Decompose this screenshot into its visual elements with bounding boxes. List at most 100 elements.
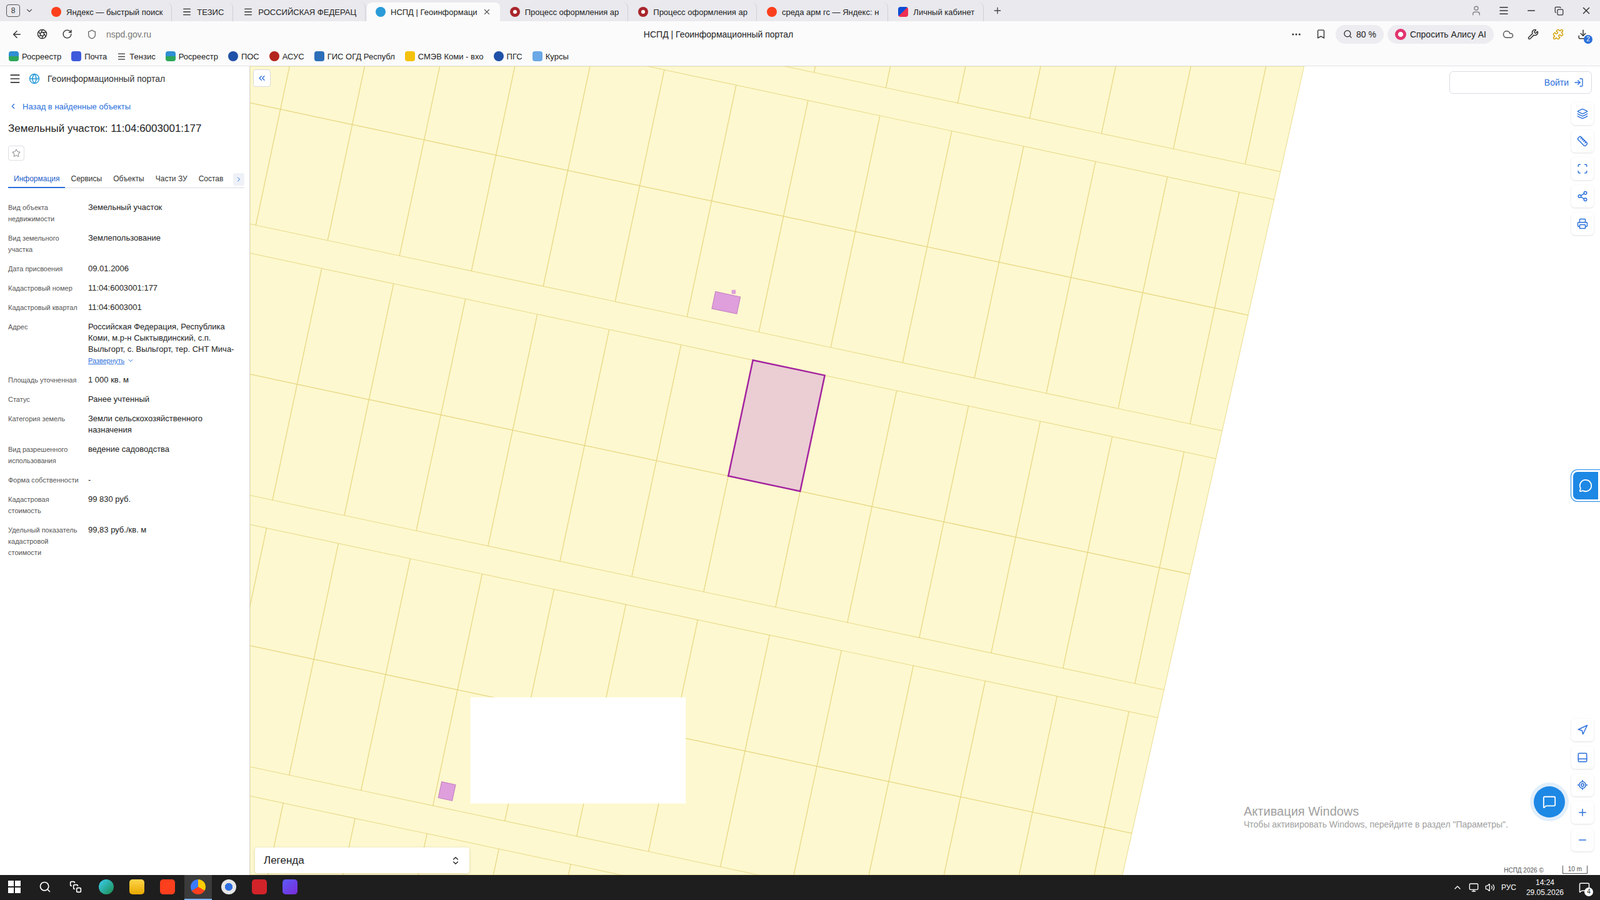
menu-icon[interactable]: [8, 72, 22, 85]
land-parcel[interactable]: [368, 283, 465, 415]
chat-button[interactable]: [1533, 786, 1565, 818]
land-parcel[interactable]: [885, 66, 982, 104]
land-parcel[interactable]: [584, 329, 681, 461]
browser-tab[interactable]: Процесс оформления ар: [629, 2, 757, 22]
land-parcel[interactable]: [1142, 176, 1239, 309]
land-parcel[interactable]: [1206, 583, 1304, 715]
legend-dropdown[interactable]: Легенда: [255, 847, 470, 874]
land-parcel[interactable]: [327, 124, 424, 256]
land-parcel[interactable]: [424, 66, 521, 155]
land-parcel[interactable]: [998, 146, 1095, 278]
land-parcel[interactable]: [720, 751, 817, 875]
selected-parcel[interactable]: [728, 360, 825, 492]
close-window-button[interactable]: [1572, 0, 1600, 22]
browser-tab[interactable]: РОССИЙСКАЯ ФЕДЕРАЦ: [234, 2, 366, 22]
layers-button[interactable]: [1571, 102, 1594, 125]
land-parcel[interactable]: [957, 66, 1054, 119]
land-parcel[interactable]: [960, 681, 1057, 813]
land-parcel[interactable]: [1063, 552, 1160, 684]
taskbar-app[interactable]: [153, 875, 182, 900]
volume-icon[interactable]: [1485, 882, 1495, 893]
land-parcel[interactable]: [758, 216, 855, 348]
extension-button[interactable]: [1547, 23, 1569, 45]
reload-button[interactable]: [56, 23, 78, 45]
taskbar-app[interactable]: [92, 875, 120, 900]
land-parcel[interactable]: [255, 109, 352, 241]
collapse-panel-button[interactable]: [253, 69, 271, 87]
land-parcel[interactable]: [488, 430, 585, 562]
bookmark-item[interactable]: Росреестр: [8, 51, 62, 62]
land-parcel[interactable]: [1286, 207, 1383, 339]
land-parcel[interactable]: [631, 460, 729, 592]
land-parcel[interactable]: [991, 536, 1088, 669]
land-parcel[interactable]: [543, 170, 640, 302]
land-parcel[interactable]: [830, 231, 927, 364]
protect-button[interactable]: [31, 23, 53, 45]
back-link[interactable]: Назад в найденные объекты: [0, 100, 250, 113]
land-parcel[interactable]: [745, 635, 842, 767]
downloads-button[interactable]: 2: [1572, 23, 1594, 45]
land-parcel[interactable]: [1015, 421, 1112, 553]
land-parcel[interactable]: [1190, 308, 1287, 440]
land-parcel[interactable]: [1101, 66, 1198, 149]
taskbar-app[interactable]: [215, 875, 243, 900]
land-parcel[interactable]: [711, 85, 809, 217]
land-parcel[interactable]: [560, 445, 657, 577]
support-tab[interactable]: [1571, 470, 1600, 502]
land-parcel[interactable]: [1046, 277, 1143, 409]
info-tab[interactable]: Части ЗУ: [150, 170, 194, 189]
print-button[interactable]: [1571, 212, 1594, 235]
land-parcel[interactable]: [250, 528, 339, 660]
land-parcel[interactable]: [1087, 436, 1184, 568]
info-tab[interactable]: Состав: [193, 170, 230, 189]
zoom-out-button[interactable]: [1571, 828, 1594, 852]
land-parcel[interactable]: [296, 268, 394, 400]
land-parcel[interactable]: [568, 66, 665, 186]
land-parcel[interactable]: [1341, 66, 1439, 79]
land-parcel[interactable]: [888, 665, 985, 797]
select-area-button[interactable]: [1571, 157, 1594, 180]
site-info-button[interactable]: [81, 23, 103, 45]
land-parcel[interactable]: [926, 131, 1024, 263]
taskbar-app[interactable]: [31, 875, 59, 900]
taskbar-app[interactable]: [184, 875, 212, 900]
land-parcel[interactable]: [974, 261, 1071, 394]
alice-button[interactable]: Спросить Алису AI: [1387, 25, 1494, 44]
bookmark-button[interactable]: [1310, 23, 1332, 45]
land-parcel[interactable]: [1245, 66, 1342, 180]
address-text[interactable]: nspd.gov.ru: [106, 29, 152, 40]
land-parcel[interactable]: [703, 476, 800, 608]
browser-tab[interactable]: среда арм гс — Яндекс: н: [758, 2, 889, 22]
land-parcel[interactable]: [344, 399, 441, 531]
land-parcel[interactable]: [1316, 66, 1414, 195]
land-parcel[interactable]: [250, 368, 297, 500]
share-button[interactable]: [1571, 185, 1594, 208]
browser-tab[interactable]: Личный кабинет: [889, 2, 984, 22]
land-parcel[interactable]: [272, 384, 369, 516]
basemap-button[interactable]: [1571, 746, 1594, 769]
bookmark-item[interactable]: Росреестр: [165, 51, 219, 62]
land-parcel[interactable]: [1214, 191, 1311, 324]
login-button[interactable]: Войти: [1449, 71, 1592, 94]
land-parcel[interactable]: [1176, 726, 1273, 859]
land-parcel[interactable]: [416, 415, 513, 547]
land-parcel[interactable]: [855, 115, 952, 247]
land-parcel[interactable]: [816, 650, 914, 782]
land-parcel[interactable]: [864, 781, 961, 875]
land-parcel[interactable]: [615, 185, 712, 317]
land-parcel[interactable]: [385, 558, 482, 690]
locate-button[interactable]: [1571, 773, 1594, 797]
land-parcel[interactable]: [813, 66, 910, 88]
more-button[interactable]: [1285, 23, 1307, 45]
land-parcel[interactable]: [1104, 711, 1201, 843]
land-parcel[interactable]: [440, 298, 537, 430]
bookmark-item[interactable]: ПОС: [228, 51, 260, 62]
land-parcel[interactable]: [686, 201, 784, 333]
extension-button[interactable]: [1497, 23, 1519, 45]
land-parcel[interactable]: [943, 406, 1040, 538]
new-tab-button[interactable]: [988, 1, 1007, 20]
taskbar-app[interactable]: [245, 875, 274, 900]
land-parcel[interactable]: [250, 93, 281, 225]
restore-button[interactable]: [1545, 0, 1573, 22]
bookmark-item[interactable]: ГИС ОГД Республ: [314, 51, 395, 62]
